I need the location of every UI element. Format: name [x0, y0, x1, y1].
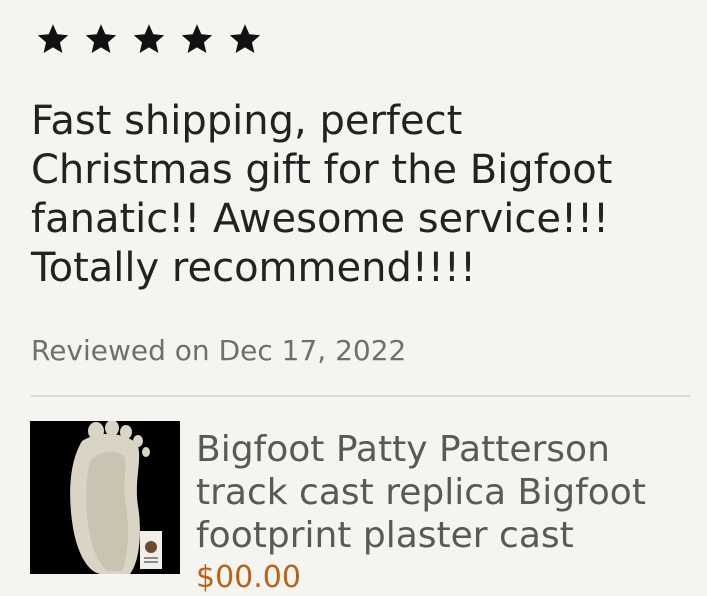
star-icon — [229, 24, 261, 54]
product-thumbnail[interactable] — [30, 421, 180, 574]
star-icon — [85, 24, 117, 54]
star-icon — [133, 24, 165, 54]
review-text: Fast shipping, perfect Christmas gift fo… — [31, 98, 613, 291]
product-price: $00.00 — [196, 560, 301, 595]
product-title-link[interactable]: Bigfoot Patty Patterson track cast repli… — [196, 428, 686, 557]
star-rating — [36, 22, 262, 56]
star-icon — [37, 24, 69, 54]
footprint-cast-image — [30, 421, 180, 574]
divider — [31, 395, 690, 397]
star-icon — [181, 24, 213, 54]
review-date: Reviewed on Dec 17, 2022 — [31, 334, 407, 367]
